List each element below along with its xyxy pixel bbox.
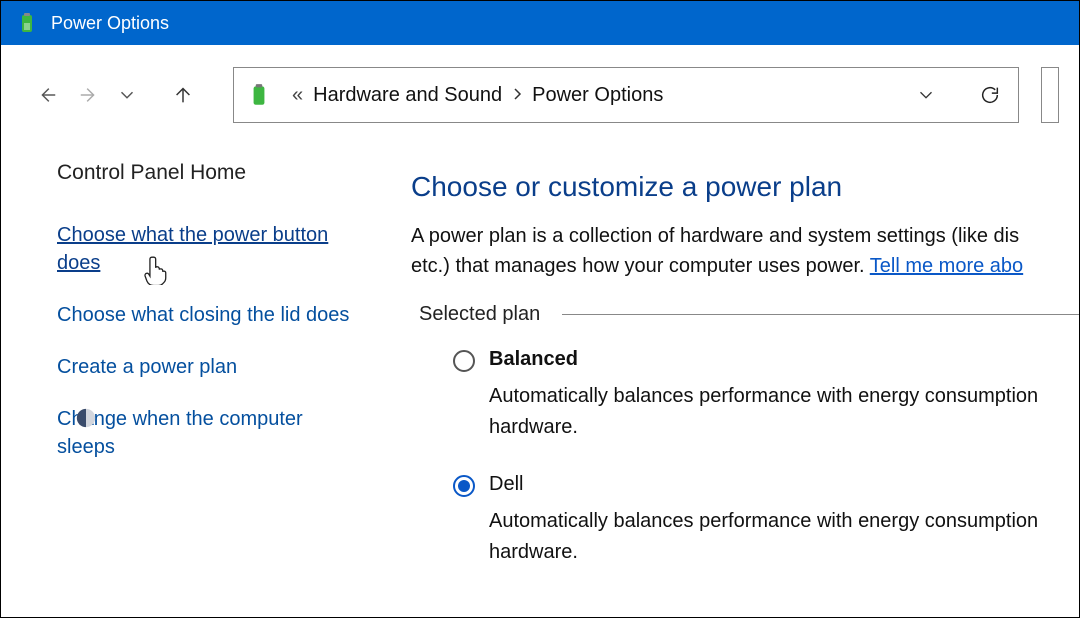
radio-dell[interactable] — [453, 475, 475, 497]
plan-desc: Automatically balances performance with … — [489, 381, 1079, 443]
breadcrumb-power-options[interactable]: Power Options — [532, 84, 663, 107]
breadcrumb-hardware[interactable]: Hardware and Sound — [313, 84, 502, 107]
title-bar: Power Options — [1, 1, 1079, 45]
nav-bar: « Hardware and Sound Power Options — [1, 45, 1079, 139]
plan-name: Balanced — [489, 348, 1079, 371]
plan-desc: Automatically balances performance with … — [489, 506, 1079, 568]
link-create-plan[interactable]: Create a power plan — [57, 353, 351, 381]
sidebar: Control Panel Home Choose what the power… — [1, 161, 371, 598]
plan-dell[interactable]: Dell Automatically balances performance … — [453, 473, 1079, 568]
address-history-dropdown[interactable] — [910, 79, 942, 111]
plan-name: Dell — [489, 473, 1079, 496]
radio-balanced[interactable] — [453, 350, 475, 372]
forward-button[interactable] — [73, 79, 105, 111]
link-power-button-does[interactable]: Choose what the power button does — [57, 221, 351, 277]
back-button[interactable] — [31, 79, 63, 111]
breadcrumb-sep-icon — [512, 84, 522, 107]
window-title: Power Options — [51, 13, 169, 34]
link-closing-lid[interactable]: Choose what closing the lid does — [57, 301, 351, 329]
main-panel: Choose or customize a power plan A power… — [371, 161, 1079, 598]
breadcrumb-prefix: « — [292, 84, 303, 107]
power-options-icon — [246, 82, 272, 108]
description-line1: A power plan is a collection of hardware… — [411, 225, 1019, 247]
battery-icon — [15, 11, 39, 35]
refresh-button[interactable] — [974, 79, 1006, 111]
description-line2: etc.) that manages how your computer use… — [411, 255, 870, 277]
main-description: A power plan is a collection of hardware… — [411, 221, 1079, 281]
sleep-icon — [75, 407, 97, 429]
tell-me-more-link[interactable]: Tell me more abo — [870, 255, 1023, 277]
main-heading: Choose or customize a power plan — [411, 171, 1079, 203]
divider — [562, 314, 1079, 315]
up-button[interactable] — [167, 79, 199, 111]
control-panel-home[interactable]: Control Panel Home — [57, 161, 351, 185]
plan-balanced[interactable]: Balanced Automatically balances performa… — [453, 348, 1079, 443]
selected-plan-header: Selected plan — [419, 303, 1079, 326]
selected-plan-label: Selected plan — [419, 303, 540, 326]
address-bar[interactable]: « Hardware and Sound Power Options — [233, 67, 1019, 123]
history-dropdown[interactable] — [111, 79, 143, 111]
link-computer-sleeps[interactable]: Change when the computer sleeps — [57, 405, 351, 461]
search-box[interactable] — [1041, 67, 1059, 123]
content: Control Panel Home Choose what the power… — [1, 139, 1079, 598]
